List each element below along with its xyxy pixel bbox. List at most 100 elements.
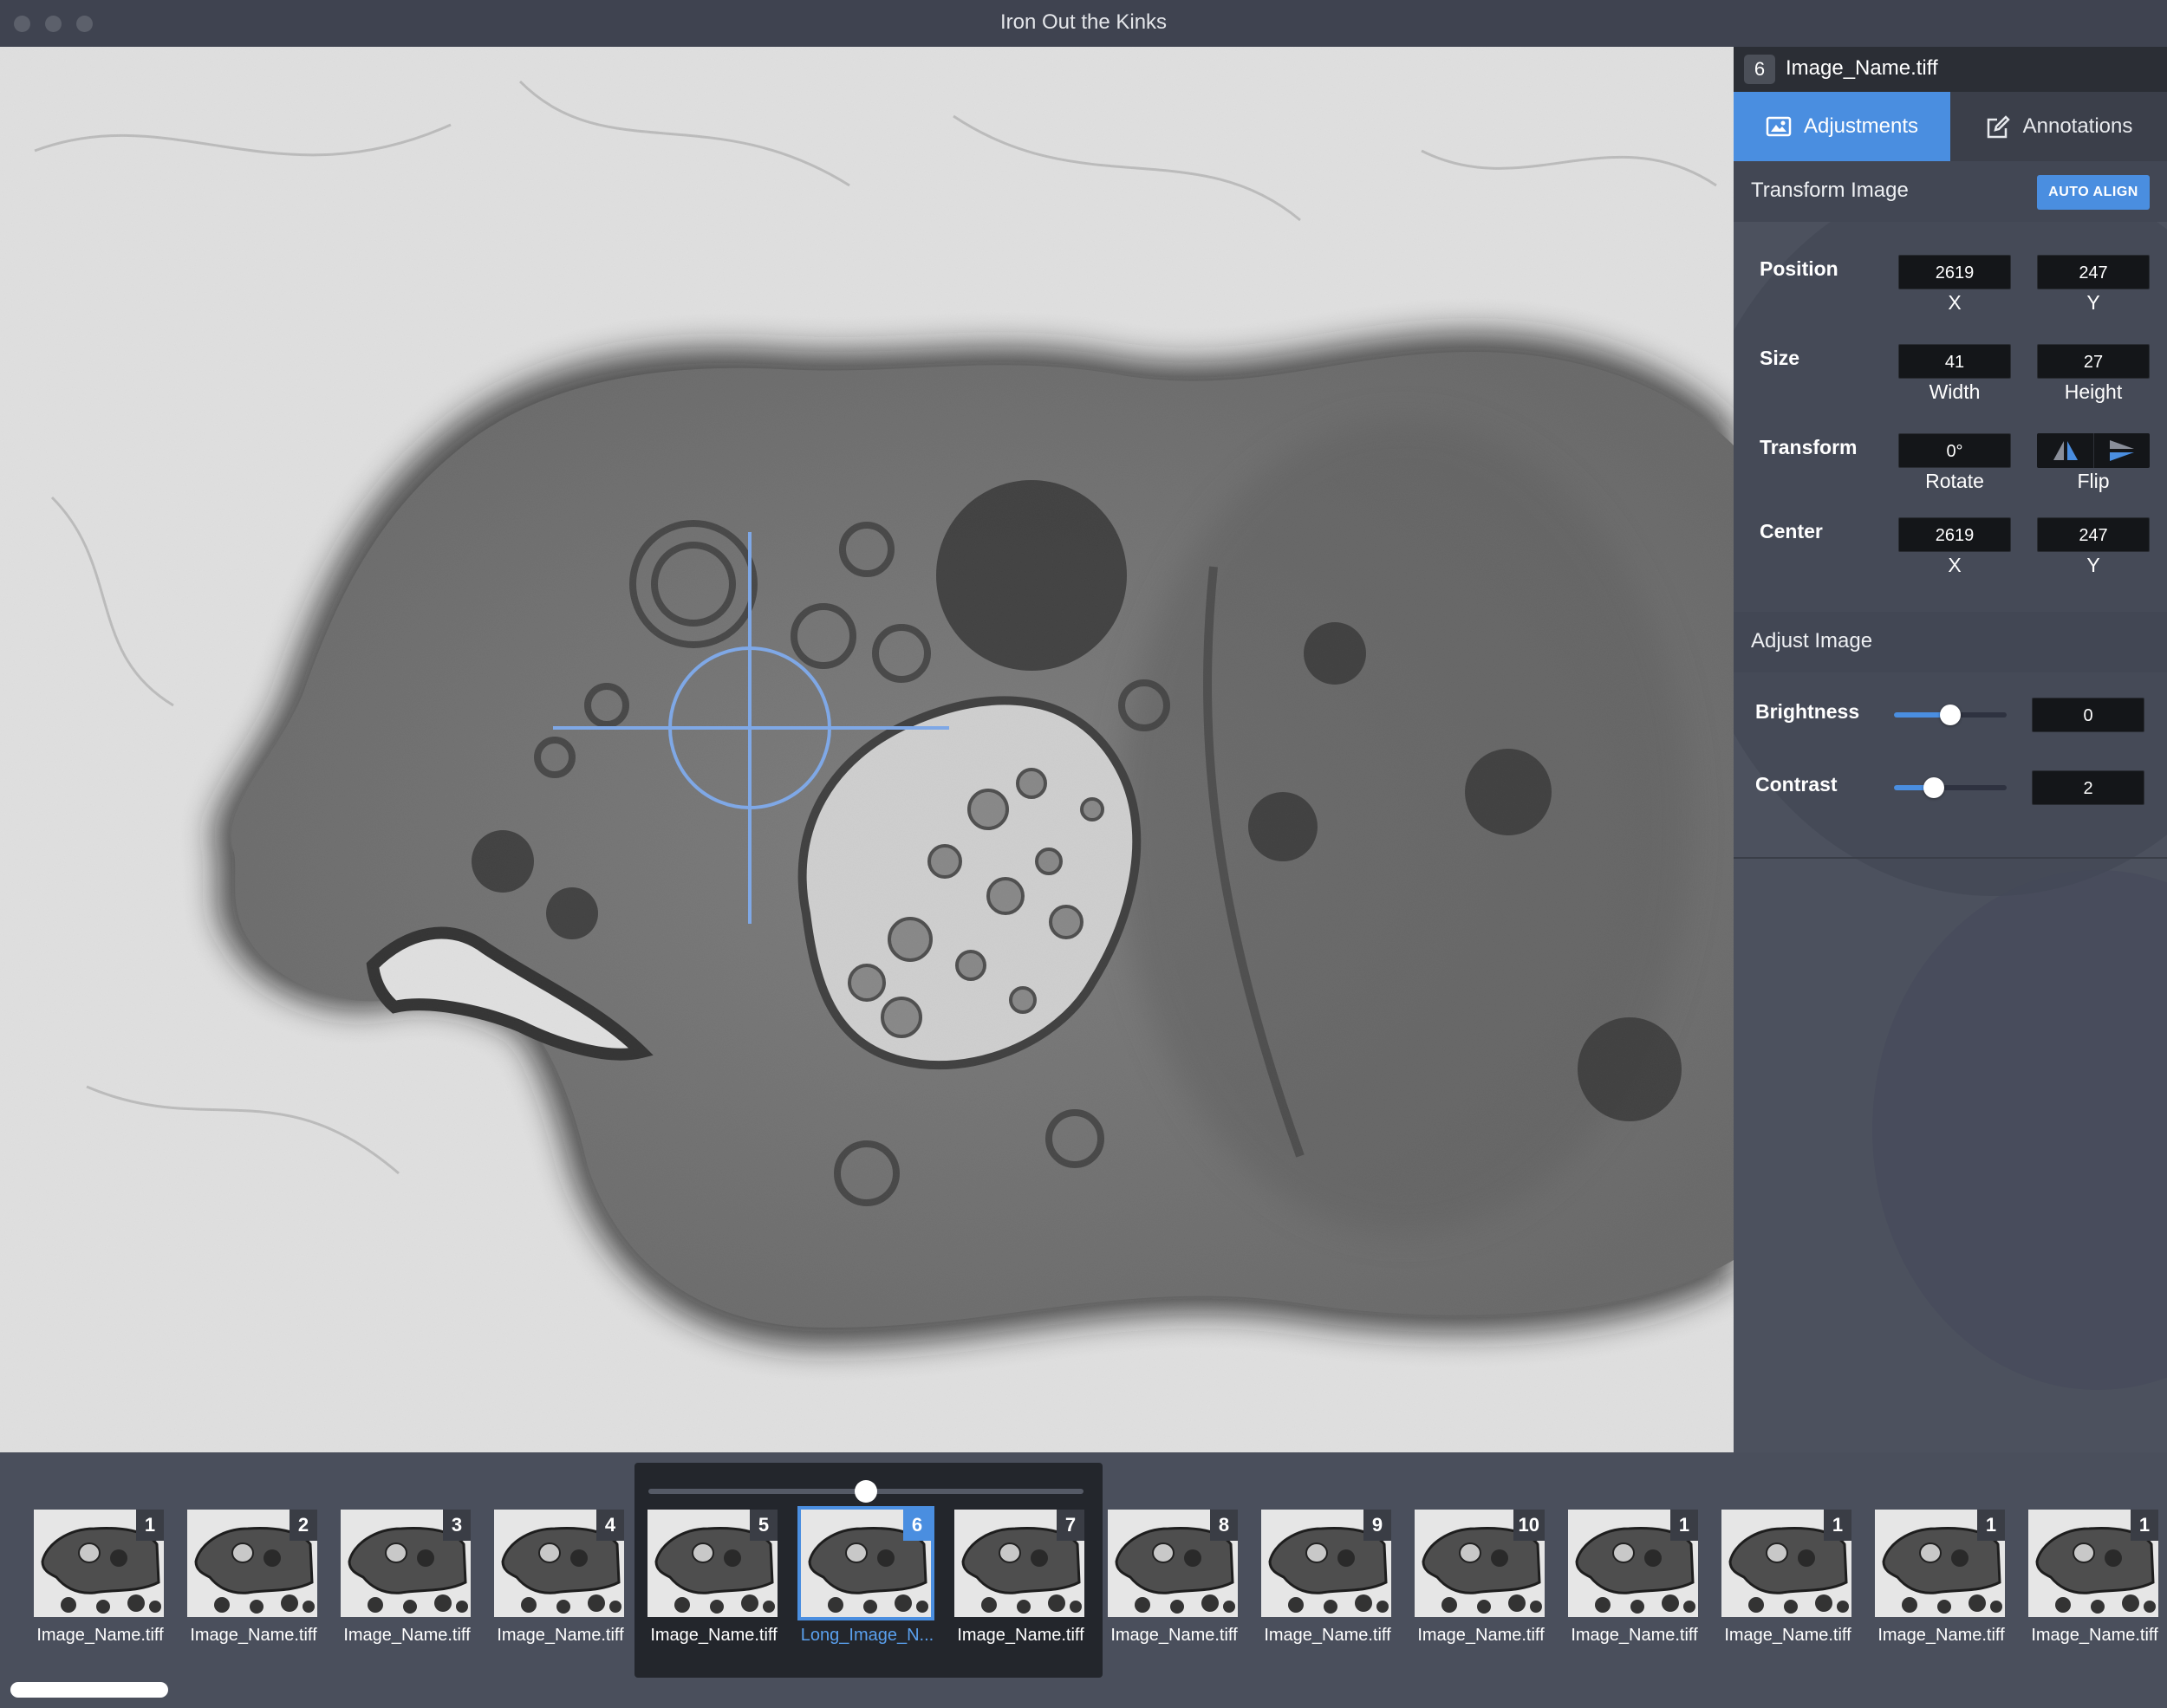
thumbnail-item[interactable]: 2 Image_Name.tiff xyxy=(182,1510,317,1648)
position-y-field[interactable]: 247 xyxy=(2037,255,2150,289)
thumbnail-number: 3 xyxy=(443,1510,471,1541)
thumbnail-item[interactable]: 9 Image_Name.tiff xyxy=(1256,1510,1391,1648)
thumbnail-label: Image_Name.tiff xyxy=(190,1626,317,1645)
thumbnail-number: 5 xyxy=(750,1510,778,1541)
thumbnail-item[interactable]: 1 Image_Name.tiff xyxy=(1870,1510,2005,1648)
thumbnail-label: Image_Name.tiff xyxy=(497,1626,624,1645)
thumbnail-number: 7 xyxy=(1057,1510,1084,1541)
size-width-field[interactable]: 41 xyxy=(1898,344,2011,379)
thumbnail-image: 9 xyxy=(1261,1510,1391,1617)
thumbnail-number: 2 xyxy=(290,1510,317,1541)
brightness-slider[interactable] xyxy=(1894,705,2007,725)
thumbnail-item[interactable]: 1 Image_Name.tiff xyxy=(1563,1510,1698,1648)
thumbnail-number: 6 xyxy=(903,1510,931,1541)
thumbnail-number: 1 xyxy=(1977,1510,2005,1541)
center-y-field[interactable]: 247 xyxy=(2037,517,2150,552)
thumbnail-number: 9 xyxy=(1363,1510,1391,1541)
flip-vertical-button[interactable] xyxy=(2093,433,2150,468)
image-canvas[interactable] xyxy=(0,47,1734,1452)
thumbnail-label: Long_Image_N... xyxy=(800,1626,934,1645)
thumbnail-item[interactable]: 7 Image_Name.tiff xyxy=(949,1510,1084,1648)
tab-adjustments[interactable]: Adjustments xyxy=(1734,92,1950,161)
flip-buttons xyxy=(2037,433,2150,468)
thumbnail-number: 1 xyxy=(136,1510,164,1541)
thumbnail-item[interactable]: 6 Long_Image_N... xyxy=(796,1506,934,1648)
thumbnail-label: Image_Name.tiff xyxy=(1877,1626,2005,1645)
flip-label: Flip xyxy=(2077,470,2110,492)
thumbnail-item[interactable]: 8 Image_Name.tiff xyxy=(1103,1510,1238,1648)
app-window: Iron Out the Kinks 6 Image_Name.tiff Adj… xyxy=(0,0,2167,1708)
thumbnail-label: Image_Name.tiff xyxy=(1264,1626,1391,1645)
brightness-label: Brightness xyxy=(1755,700,1860,723)
thumbnail-item[interactable]: 1 Image_Name.tiff xyxy=(2023,1510,2158,1648)
thumbnail-number: 1 xyxy=(2131,1510,2158,1541)
panel-divider xyxy=(1734,857,2167,859)
filmstrip: 1 Image_Name.tiff 2 Image_Name.tiff 3 Image… xyxy=(0,1452,2167,1708)
rotate-field[interactable]: 0° xyxy=(1898,433,2011,468)
flip-horizontal-icon xyxy=(2053,441,2078,460)
panel-tabs: Adjustments Annotations xyxy=(1734,92,2167,161)
size-height-label: Height xyxy=(2064,380,2123,403)
title-bar: Iron Out the Kinks xyxy=(0,0,2167,47)
thumbnail-image: 2 xyxy=(187,1510,317,1617)
size-height-field[interactable]: 27 xyxy=(2037,344,2150,379)
thumbnail-label: Image_Name.tiff xyxy=(1417,1626,1545,1645)
thumbnail-image: 3 xyxy=(341,1510,471,1617)
thumbnail-label: Image_Name.tiff xyxy=(957,1626,1084,1645)
rotate-label: Rotate xyxy=(1925,470,1984,492)
thumbnail-label: Image_Name.tiff xyxy=(1571,1626,1698,1645)
thumbnail-image: 1 xyxy=(2028,1510,2158,1617)
thumbnail-image: 1 xyxy=(1721,1510,1851,1617)
adjust-title: Adjust Image xyxy=(1751,629,1873,653)
inspector-panel: 6 Image_Name.tiff Adjustments Annotation… xyxy=(1734,47,2167,1452)
thumbnail-label: Image_Name.tiff xyxy=(650,1626,778,1645)
contrast-slider[interactable] xyxy=(1894,777,2007,798)
flip-vertical-icon xyxy=(2110,440,2134,461)
thumbnail-label: Image_Name.tiff xyxy=(1724,1626,1851,1645)
contrast-field[interactable]: 2 xyxy=(2032,770,2144,805)
brightness-field[interactable]: 0 xyxy=(2032,698,2144,732)
thumbnail-label: Image_Name.tiff xyxy=(2031,1626,2158,1645)
thumbnail-item[interactable]: 5 Image_Name.tiff xyxy=(642,1510,778,1648)
size-width-label: Width xyxy=(1929,380,1981,403)
transform-title: Transform Image xyxy=(1751,179,1909,202)
thumbnail-label: Image_Name.tiff xyxy=(1110,1626,1238,1645)
thumbnail-number: 4 xyxy=(596,1510,624,1541)
brightness-slider-knob[interactable] xyxy=(1940,705,1961,725)
position-x-label: X xyxy=(1948,291,1962,314)
transform-label: Transform xyxy=(1760,436,1858,458)
position-x-field[interactable]: 2619 xyxy=(1898,255,2011,289)
auto-align-button[interactable]: AUTO ALIGN xyxy=(2037,175,2150,210)
thumbnail-image: 1 xyxy=(34,1510,164,1617)
filmstrip-zoom-slider[interactable] xyxy=(648,1480,1084,1503)
thumbnail-image: 4 xyxy=(494,1510,624,1617)
thumbnail-image: 6 xyxy=(797,1506,934,1620)
position-y-label: Y xyxy=(2086,291,2100,314)
thumbnail-item[interactable]: 4 Image_Name.tiff xyxy=(489,1510,624,1648)
thumbnail-item[interactable]: 10 Image_Name.tiff xyxy=(1409,1510,1545,1648)
thumbnail-image: 1 xyxy=(1568,1510,1698,1617)
filmstrip-scrollbar[interactable] xyxy=(10,1682,168,1698)
filmstrip-zoom-knob[interactable] xyxy=(855,1480,877,1503)
thumbnail-label: Image_Name.tiff xyxy=(36,1626,164,1645)
center-x-field[interactable]: 2619 xyxy=(1898,517,2011,552)
micrograph-image xyxy=(0,47,1734,1452)
tab-adjustments-label: Adjustments xyxy=(1803,114,1919,138)
contrast-slider-knob[interactable] xyxy=(1923,777,1944,798)
thumbnail-item[interactable]: 1 Image_Name.tiff xyxy=(1716,1510,1851,1648)
thumbnail-item[interactable]: 3 Image_Name.tiff xyxy=(335,1510,471,1648)
thumbnail-number: 10 xyxy=(1513,1510,1545,1541)
thumbnail-item[interactable]: 1 Image_Name.tiff xyxy=(29,1510,164,1648)
file-index-badge: 6 xyxy=(1744,55,1775,84)
file-name: Image_Name.tiff xyxy=(1786,56,1938,80)
thumbnail-number: 1 xyxy=(1824,1510,1851,1541)
thumbnail-image: 10 xyxy=(1415,1510,1545,1617)
center-label: Center xyxy=(1760,520,1823,542)
thumbnail-image: 8 xyxy=(1108,1510,1238,1617)
image-icon xyxy=(1766,116,1792,137)
flip-horizontal-button[interactable] xyxy=(2037,433,2093,468)
tab-annotations[interactable]: Annotations xyxy=(1950,92,2167,161)
file-header: 6 Image_Name.tiff xyxy=(1734,47,2167,92)
center-x-label: X xyxy=(1948,554,1962,576)
transform-section-header: Transform Image AUTO ALIGN xyxy=(1734,161,2167,222)
